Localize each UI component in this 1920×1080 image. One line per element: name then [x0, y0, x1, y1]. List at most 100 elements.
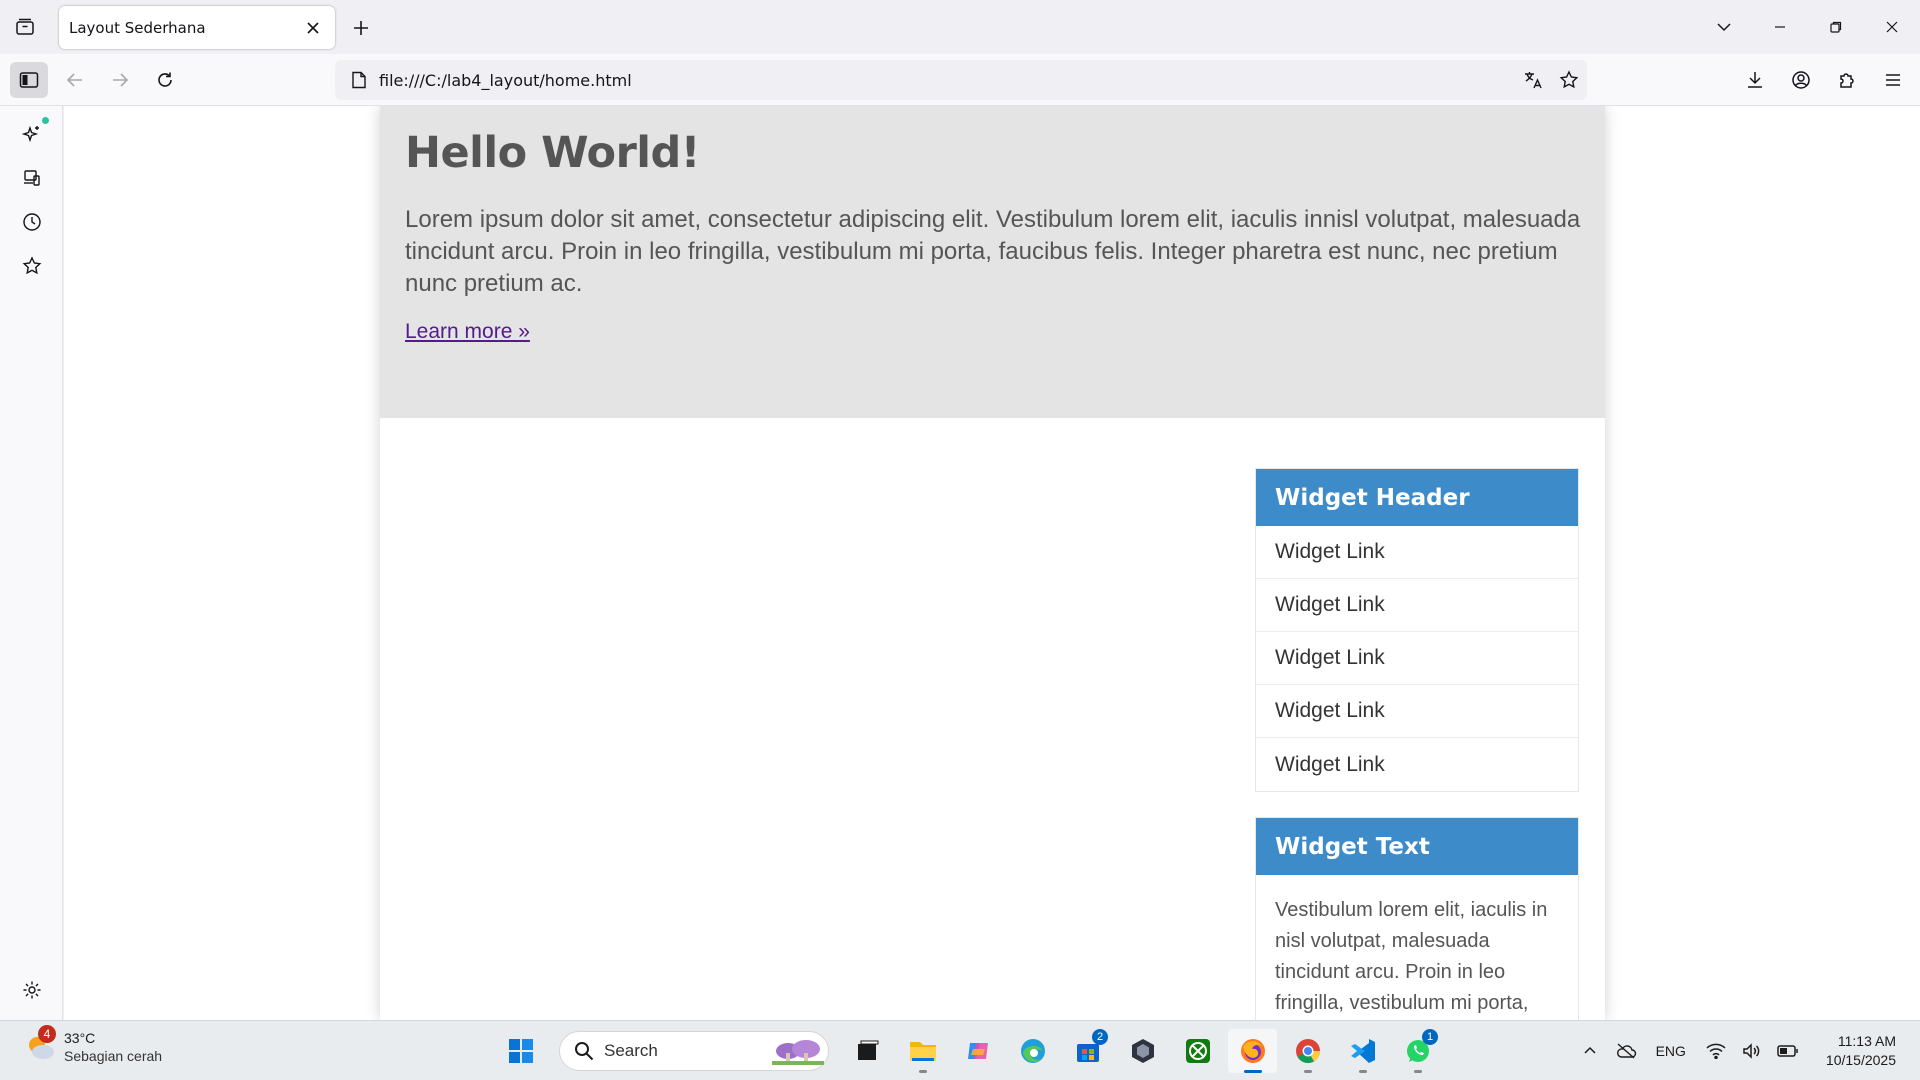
cloud-sync-off-button[interactable] — [1608, 1031, 1644, 1071]
url-text[interactable]: file:///C:/lab4_layout/home.html — [379, 71, 1515, 90]
running-indicator — [1413, 1070, 1422, 1073]
bookmark-star-button[interactable] — [1551, 64, 1587, 96]
taskbar-search[interactable]: Search — [559, 1031, 829, 1071]
list-all-tabs-button[interactable] — [8, 10, 42, 44]
history-button[interactable] — [14, 204, 50, 240]
learn-more-link[interactable]: Learn more » — [405, 320, 530, 344]
close-window-button[interactable] — [1864, 0, 1920, 54]
edge-app[interactable] — [1008, 1029, 1057, 1073]
whatsapp-badge: 1 — [1422, 1029, 1438, 1045]
search-label: Search — [604, 1041, 658, 1060]
tab-overflow-button[interactable] — [1696, 0, 1752, 54]
widget-link[interactable]: Widget Link — [1256, 579, 1578, 632]
plus-icon — [354, 21, 368, 35]
close-tab-button[interactable] — [301, 16, 325, 40]
widget-link[interactable]: Widget Link — [1256, 685, 1578, 738]
chrome-icon — [1295, 1039, 1320, 1064]
show-hidden-icons-button[interactable] — [1572, 1031, 1608, 1071]
widget-link[interactable]: Widget Link — [1256, 632, 1578, 685]
navigation-toolbar: file:///C:/lab4_layout/home.html — [0, 54, 1920, 106]
widget-header: Widget Header — [1256, 469, 1578, 526]
running-indicator — [1243, 1070, 1262, 1073]
file-explorer-app[interactable] — [898, 1029, 947, 1073]
browser-tab-active[interactable]: Layout Sederhana — [59, 6, 335, 49]
new-tab-button[interactable] — [345, 12, 377, 44]
customize-sidebar-button[interactable] — [14, 972, 50, 1008]
edge-icon — [1020, 1039, 1045, 1063]
start-button[interactable] — [496, 1029, 545, 1073]
cloud-off-icon — [1616, 1043, 1636, 1059]
star-icon — [1559, 70, 1579, 89]
xbox-icon — [1185, 1039, 1210, 1063]
search-icon — [575, 1042, 594, 1061]
widget-text-box: Widget Text Vestibulum lorem elit, iacul… — [1255, 817, 1579, 1020]
forward-button[interactable] — [101, 62, 139, 98]
weather-widget[interactable]: 4 33°C Sebagian cerah — [24, 1025, 162, 1065]
window-controls — [1696, 0, 1920, 54]
xbox-app[interactable] — [1173, 1029, 1222, 1073]
battery-icon — [1777, 1045, 1798, 1057]
running-indicator — [1358, 1070, 1367, 1073]
whatsapp-app[interactable]: 1 — [1393, 1029, 1442, 1073]
restore-button[interactable] — [1808, 0, 1864, 54]
sidebar-toggle-button[interactable] — [10, 62, 48, 98]
hamburger-icon — [1886, 74, 1900, 86]
firefox-app[interactable] — [1228, 1029, 1277, 1073]
downloads-button[interactable] — [1736, 62, 1774, 98]
minimize-button[interactable] — [1752, 0, 1808, 54]
wifi-button[interactable] — [1698, 1031, 1734, 1071]
address-bar[interactable]: file:///C:/lab4_layout/home.html — [335, 60, 1587, 100]
reload-button[interactable] — [146, 62, 184, 98]
extensions-button[interactable] — [1828, 62, 1866, 98]
clock[interactable]: 11:13 AM 10/15/2025 — [1806, 1032, 1920, 1070]
menu-button[interactable] — [1874, 62, 1912, 98]
bookmarks-button[interactable] — [14, 248, 50, 284]
toolbar-right — [1736, 62, 1912, 98]
widget-link[interactable]: Widget Link — [1256, 526, 1578, 579]
clock-date: 10/15/2025 — [1825, 1052, 1896, 1068]
volume-button[interactable] — [1734, 1031, 1770, 1071]
widget-links: Widget Header Widget Link Widget Link Wi… — [1255, 468, 1579, 792]
gear-icon — [23, 981, 41, 999]
task-view-button[interactable] — [843, 1029, 892, 1073]
running-indicator — [918, 1070, 927, 1073]
copilot-app[interactable] — [953, 1029, 1002, 1073]
dark-app[interactable] — [1118, 1029, 1167, 1073]
sidebar-icon — [19, 72, 39, 88]
translate-button[interactable] — [1515, 64, 1551, 96]
page-icon — [339, 71, 379, 89]
firefox-icon — [1240, 1039, 1265, 1063]
synced-tabs-button[interactable] — [14, 160, 50, 196]
language-indicator[interactable]: ENG — [1644, 1043, 1698, 1059]
widget-link[interactable]: Widget Link — [1256, 738, 1578, 791]
browser-sidebar — [0, 106, 63, 1020]
restore-icon — [1830, 21, 1842, 33]
windows-logo-icon — [508, 1039, 533, 1063]
taskbar-apps: Search 2 1 — [496, 1029, 1442, 1073]
account-button[interactable] — [1782, 62, 1820, 98]
hero-section: Hello World! Lorem ipsum dolor sit amet,… — [380, 106, 1605, 418]
battery-button[interactable] — [1770, 1031, 1806, 1071]
puzzle-icon — [1840, 73, 1854, 88]
reload-icon — [158, 72, 172, 87]
page-title: Hello World! — [405, 128, 700, 178]
back-button[interactable] — [56, 62, 94, 98]
hero-paragraph: Lorem ipsum dolor sit amet, consectetur … — [405, 206, 1581, 297]
task-view-icon — [857, 1040, 878, 1060]
minimize-icon — [1775, 26, 1785, 28]
chevron-up-icon — [1584, 1046, 1596, 1054]
folder-icon — [909, 1042, 936, 1061]
download-icon — [1748, 72, 1762, 88]
arrow-right-icon — [113, 73, 129, 87]
tab-list-icon — [16, 18, 34, 35]
chrome-app[interactable] — [1283, 1029, 1332, 1073]
tab-title: Layout Sederhana — [69, 18, 206, 37]
account-icon — [1792, 71, 1810, 89]
close-icon — [1886, 21, 1898, 33]
vscode-app[interactable] — [1338, 1029, 1387, 1073]
store-app[interactable]: 2 — [1063, 1029, 1112, 1073]
close-icon — [307, 21, 319, 34]
devices-icon — [24, 170, 40, 186]
sparkle-icon — [22, 125, 39, 143]
running-indicator — [1303, 1070, 1312, 1073]
